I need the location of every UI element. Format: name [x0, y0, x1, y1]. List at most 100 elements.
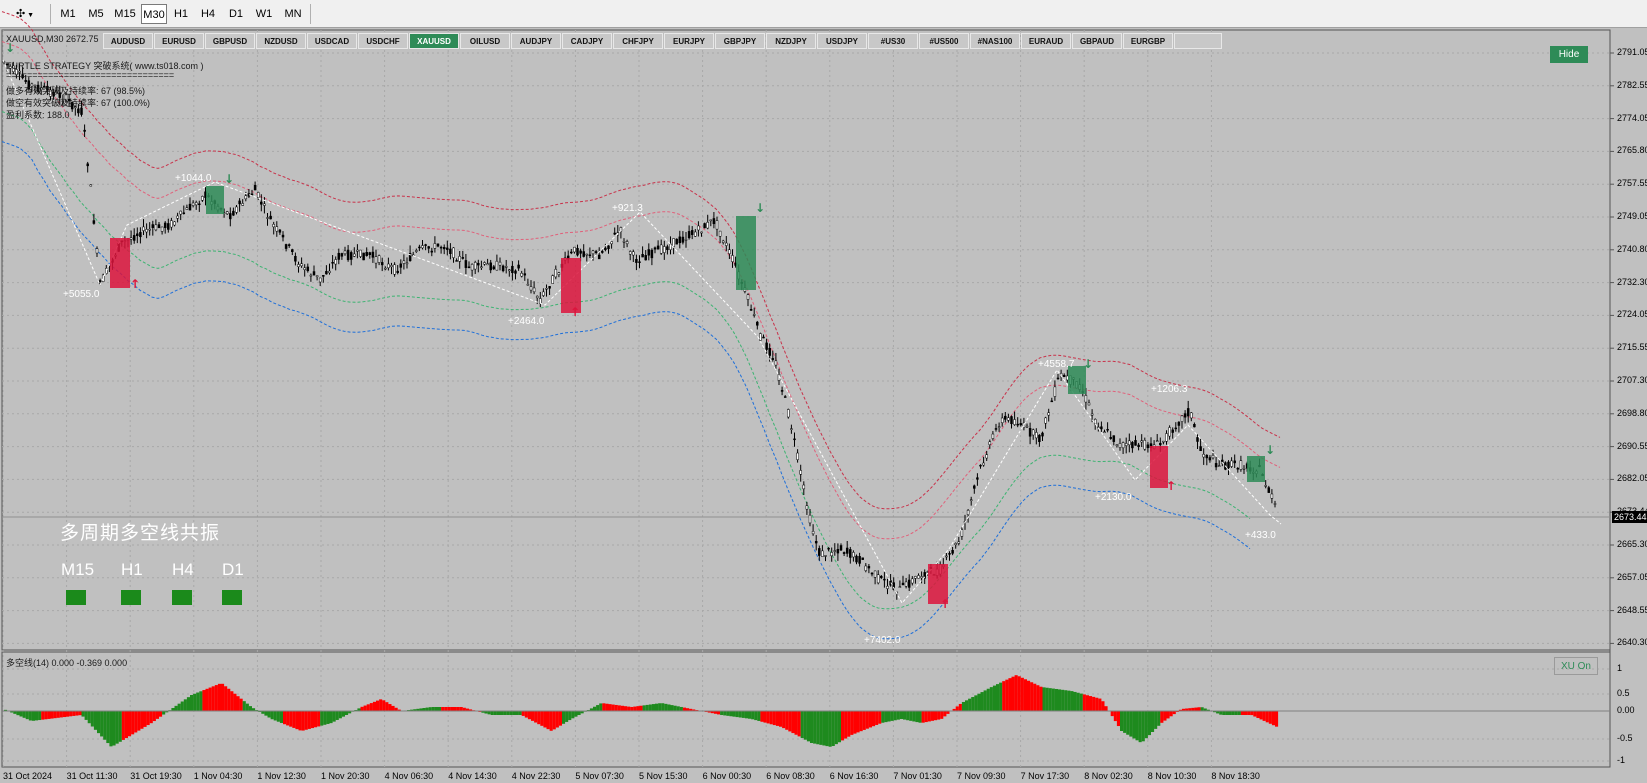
indicator-bar: [1138, 711, 1142, 743]
candle-body: [796, 452, 799, 460]
candle-body: [421, 245, 424, 249]
indicator-bar: [25, 711, 29, 720]
indicator-bar: [100, 711, 104, 737]
candle-body: [387, 263, 390, 269]
indicator-bar: [903, 711, 907, 720]
candle-body: [1270, 493, 1274, 499]
indicator-bar: [800, 711, 804, 739]
indicator-bar: [441, 707, 445, 711]
indicator-bar: [506, 711, 510, 715]
candle-body: [92, 220, 96, 224]
symbol-tab-euraud[interactable]: EURAUD: [1021, 33, 1071, 49]
symbol-tab-us500[interactable]: #US500: [919, 33, 969, 49]
indicator-bar: [93, 711, 97, 730]
time-tick-label: 31 Oct 11:30: [66, 771, 118, 781]
symbol-tab-usdcad[interactable]: USDCAD: [307, 33, 357, 49]
candle-body: [188, 203, 192, 211]
indicator-bar: [617, 705, 621, 711]
candle-body: [303, 267, 306, 270]
candle-body: [1159, 442, 1162, 446]
candle-body: [486, 263, 489, 266]
symbol-tab-eurgbp[interactable]: EURGBP: [1123, 33, 1173, 49]
indicator-bar: [360, 706, 364, 711]
candle-body: [638, 261, 641, 263]
symbol-tab-chfjpy[interactable]: CHFJPY: [613, 33, 663, 49]
strategy-separator: ================================: [6, 70, 175, 80]
indicator-bar: [667, 704, 671, 711]
candle-body: [588, 254, 592, 257]
symbol-tab-gbpusd[interactable]: GBPUSD: [205, 33, 255, 49]
indicator-bar: [22, 711, 26, 718]
symbol-tab-gbpaud[interactable]: GBPAUD: [1072, 33, 1122, 49]
candle-body: [988, 441, 992, 445]
mtf-label-h1: H1: [121, 560, 143, 579]
trade-profit-label: +433.0: [1245, 530, 1276, 541]
indicator-bar: [1259, 711, 1263, 720]
symbol-tab-audusd[interactable]: AUDUSD: [103, 33, 153, 49]
candle-body: [374, 256, 378, 264]
indicator-bar: [841, 711, 845, 741]
candle-body: [266, 217, 269, 219]
candle-body: [95, 248, 99, 254]
indicator-bar: [571, 711, 575, 719]
indicator-bar: [1271, 711, 1275, 726]
indicator-bar: [515, 711, 519, 715]
xu-toggle-button[interactable]: XU On: [1554, 657, 1598, 675]
signal-box: [736, 216, 756, 290]
candle-body: [756, 321, 759, 326]
candle-body: [554, 268, 558, 278]
indicator-bar: [726, 711, 730, 716]
symbol-tab-eurusd[interactable]: EURUSD: [154, 33, 204, 49]
indicator-bar: [720, 711, 724, 716]
candle-body: [424, 244, 427, 246]
symbol-tab-gbpjpy[interactable]: GBPJPY: [715, 33, 765, 49]
indicator-bar: [658, 703, 662, 711]
price-tick-label: 2724.05: [1617, 309, 1647, 320]
indicator-bar: [279, 711, 283, 723]
indicator-bar: [1197, 707, 1201, 711]
trade-profit-label: +7402.0: [864, 635, 901, 646]
indicator-bar: [549, 711, 553, 731]
indicator-bar: [326, 711, 330, 724]
candle-body: [1028, 428, 1032, 437]
symbol-tab-oilusd[interactable]: OILUSD: [460, 33, 510, 49]
indicator-bar: [738, 711, 742, 718]
indicator-bar: [211, 686, 215, 711]
candle-body: [89, 184, 93, 187]
candle-body: [439, 246, 443, 249]
indicator-bar: [816, 711, 820, 745]
indicator-bar: [233, 693, 237, 711]
candle-body: [1174, 427, 1178, 430]
indicator-bar: [540, 711, 544, 726]
symbol-tab-us30[interactable]: #US30: [868, 33, 918, 49]
indicator-bar: [1089, 696, 1093, 711]
indicator-bar: [611, 704, 615, 711]
indicator-bar: [850, 711, 854, 735]
indicator-bar: [834, 711, 838, 745]
symbol-tab-eurjpy[interactable]: EURJPY: [664, 33, 714, 49]
indicator-bar: [149, 711, 153, 724]
indicator-bar: [1095, 697, 1099, 711]
indicator-bar: [50, 711, 54, 719]
symbol-tab-usdjpy[interactable]: USDJPY: [817, 33, 867, 49]
indicator-bar: [958, 703, 962, 711]
signal-arrow-icon: ↑: [570, 305, 580, 319]
candle-body: [256, 192, 260, 198]
symbol-tab-xauusd[interactable]: XAUUSD: [409, 33, 459, 49]
symbol-tab-audjpy[interactable]: AUDJPY: [511, 33, 561, 49]
candle-body: [433, 243, 437, 249]
symbol-tab-nzdjpy[interactable]: NZDJPY: [766, 33, 816, 49]
candle-body: [371, 251, 375, 258]
indicator-bar: [971, 697, 975, 711]
indicator-bar: [986, 688, 990, 711]
candle-body: [136, 233, 139, 237]
indicator-bar: [434, 707, 438, 711]
symbol-tab-cadjpy[interactable]: CADJPY: [562, 33, 612, 49]
symbol-tab-nzdusd[interactable]: NZDUSD: [256, 33, 306, 49]
symbol-tab-usdchf[interactable]: USDCHF: [358, 33, 408, 49]
time-tick-label: 4 Nov 22:30: [511, 771, 561, 781]
hide-button[interactable]: Hide: [1550, 46, 1588, 63]
indicator-bar: [1144, 711, 1148, 739]
symbol-tab-nas100[interactable]: #NAS100: [970, 33, 1020, 49]
candle-body: [1202, 454, 1205, 458]
